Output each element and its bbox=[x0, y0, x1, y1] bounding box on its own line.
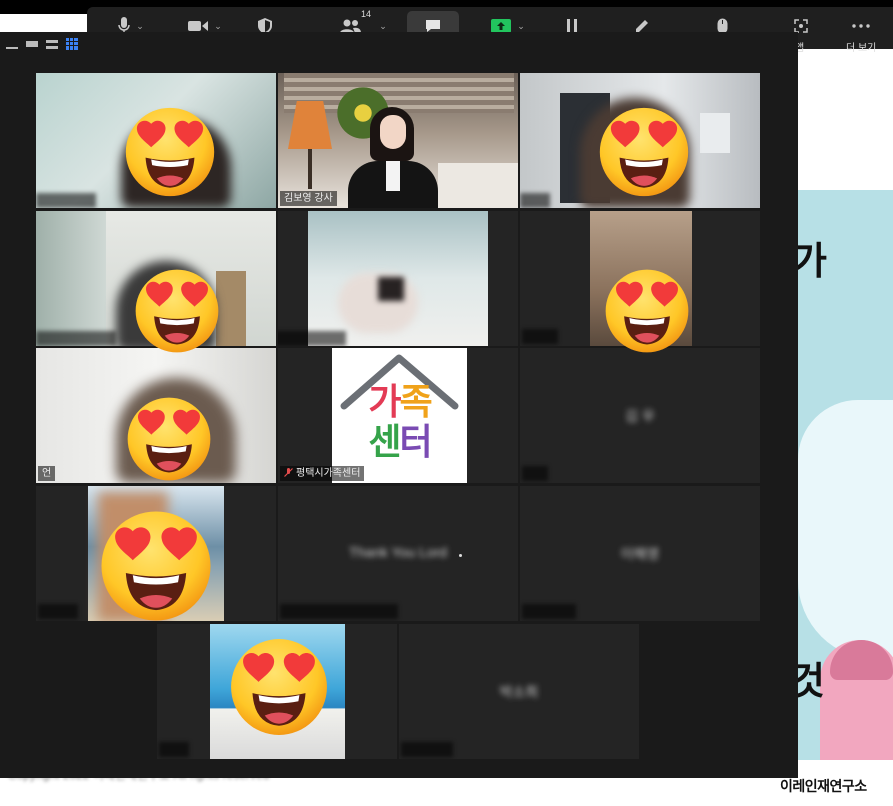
chat-bubble-icon bbox=[426, 20, 440, 32]
video-tile-p9[interactable]: 김 우 bbox=[520, 348, 760, 483]
pause-icon bbox=[567, 19, 577, 33]
logo-char-2: 족 bbox=[399, 382, 433, 423]
participant-name-label bbox=[522, 329, 558, 344]
view-controls bbox=[6, 38, 78, 50]
participant-name-label bbox=[159, 742, 189, 757]
strip-view-icon[interactable] bbox=[46, 39, 58, 49]
participant-name-label bbox=[522, 604, 576, 619]
video-tile-p5[interactable] bbox=[278, 211, 518, 346]
participants-count: 14 bbox=[361, 9, 372, 19]
heart-eyes-emoji-icon bbox=[605, 269, 689, 353]
participant-name-label: 언 bbox=[38, 466, 56, 481]
cursor-dot bbox=[459, 554, 462, 557]
minimize-view-icon[interactable] bbox=[6, 43, 18, 49]
logo-text-line1: 가족 bbox=[332, 384, 467, 422]
heart-eyes-emoji-icon bbox=[135, 269, 219, 353]
heart-eyes-emoji-icon bbox=[101, 511, 211, 621]
share-options-chevron-icon[interactable]: ⌄ bbox=[517, 21, 525, 32]
slide-cloud-shape bbox=[798, 400, 893, 660]
participant-name-placeholder: 박소희 bbox=[499, 684, 539, 700]
share-screen-icon bbox=[491, 19, 512, 33]
participant-name-label bbox=[522, 466, 548, 481]
participant-name-label bbox=[278, 331, 346, 346]
window bbox=[700, 113, 730, 153]
heart-eyes-emoji-icon bbox=[599, 107, 689, 197]
participants-icon bbox=[340, 19, 362, 33]
gallery-view-icon[interactable] bbox=[66, 38, 78, 50]
window-blinds bbox=[36, 211, 106, 346]
logo-char-4: 터 bbox=[399, 422, 433, 463]
logo-char-1: 가 bbox=[368, 382, 401, 423]
heart-eyes-emoji-icon bbox=[127, 397, 211, 481]
participant-name-label bbox=[280, 604, 398, 619]
video-tile-p12[interactable]: 이해영 bbox=[520, 486, 760, 621]
heart-eyes-emoji-icon bbox=[125, 107, 215, 197]
participant-name-label bbox=[520, 193, 550, 208]
participant-name-placeholder: Thank You Lord bbox=[348, 544, 448, 560]
video-tile-p14[interactable]: 박소희 bbox=[399, 624, 639, 759]
more-dots-icon bbox=[852, 24, 870, 28]
participant-name-label bbox=[36, 193, 96, 208]
participant-name-placeholder: 김 우 bbox=[625, 408, 655, 424]
video-camera-icon bbox=[188, 21, 209, 31]
participant-name-label: 평택시가족센터 bbox=[280, 466, 365, 481]
participant-name-text: 평택시가족센터 bbox=[296, 468, 361, 479]
speaker-face bbox=[380, 115, 406, 149]
speaker-view-icon[interactable] bbox=[26, 41, 38, 47]
lamp-stand bbox=[308, 149, 312, 189]
participant-name-tail: 언 bbox=[42, 468, 52, 479]
video-tile-p2-active-speaker[interactable]: 김보영 강사 bbox=[278, 73, 518, 208]
speaker-shirt bbox=[386, 161, 400, 191]
video-tile-p11[interactable]: Thank You Lord bbox=[278, 486, 518, 621]
screen: 가 것 이레인재연구소 Copyright 2022 이레인재연구소 All r… bbox=[0, 0, 893, 806]
muted-microphone-icon bbox=[284, 468, 293, 477]
video-tile-p8[interactable]: 가족 센터 평택시가족센터 bbox=[278, 348, 518, 483]
desk bbox=[438, 163, 518, 208]
slide-brand-text: 이레인재연구소 bbox=[780, 779, 867, 795]
mute-options-chevron-icon[interactable]: ⌄ bbox=[136, 21, 144, 32]
video-options-chevron-icon[interactable]: ⌄ bbox=[214, 21, 222, 32]
participant-name-label bbox=[401, 742, 453, 757]
logo-char-3: 센 bbox=[368, 422, 401, 463]
logo-text-line2: 센터 bbox=[332, 424, 467, 462]
pencil-icon bbox=[636, 20, 648, 32]
participants-options-chevron-icon[interactable]: ⌄ bbox=[379, 21, 387, 32]
family-center-logo: 가족 센터 bbox=[332, 348, 467, 483]
participant-name-label: 김보영 강사 bbox=[280, 191, 337, 206]
participant-name-label bbox=[38, 604, 78, 619]
heart-eyes-emoji-icon bbox=[231, 639, 327, 735]
more-label: 더 보기 bbox=[846, 43, 877, 54]
participant-hair bbox=[378, 277, 404, 301]
participant-name-label bbox=[36, 331, 116, 346]
participant-name-placeholder: 이해영 bbox=[620, 546, 660, 562]
more-button[interactable]: 더 보기 bbox=[843, 11, 879, 54]
apps-icon bbox=[794, 19, 808, 33]
